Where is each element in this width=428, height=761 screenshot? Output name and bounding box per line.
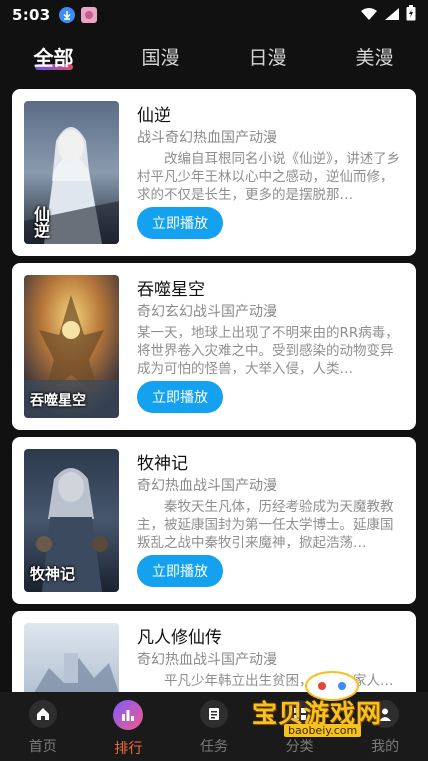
poster-title: 牧神记 [30, 565, 76, 583]
nav-label: 任务 [199, 739, 228, 755]
poster-title: 吞噬星空 [30, 393, 86, 409]
anime-list[interactable]: 仙逆 仙逆 战斗奇幻热血国产动漫 改编自耳根同名小说《仙逆》，讲述了乡村平凡少年… [12, 89, 416, 692]
status-time: 5:03 [12, 6, 51, 24]
play-now-button[interactable]: 立即播放 [137, 555, 223, 587]
anime-description: 某一天，地球上出现了不明来由的RR病毒，将世界卷入灾难之中。受到感染的动物变异成… [137, 325, 399, 377]
play-now-button[interactable]: 立即播放 [137, 381, 223, 413]
anime-card[interactable]: 吞噬星空 吞噬星空 奇幻玄幻战斗国产动漫 某一天，地球上出现了不明来由的RR病毒… [12, 263, 416, 430]
anime-card[interactable]: 仙逆 仙逆 战斗奇幻热血国产动漫 改编自耳根同名小说《仙逆》，讲述了乡村平凡少年… [12, 89, 416, 256]
tab-label: 国漫 [141, 47, 180, 69]
anime-card[interactable]: 牧神记 牧神记 奇幻热血战斗国产动漫 秦牧天生凡体，历经考验成为天魔教教主，被延… [12, 437, 416, 604]
anime-genre: 奇幻热血战斗国产动漫 [137, 652, 277, 668]
nav-label: 排行 [114, 741, 143, 757]
ranking-icon [113, 700, 144, 730]
tab-chinese-animation[interactable]: 国漫 [107, 40, 214, 76]
wifi-icon [360, 6, 378, 25]
tab-label: 全部 [33, 46, 74, 70]
download-icon [58, 7, 75, 23]
nav-home[interactable]: 首页 [0, 692, 86, 761]
tab-japanese-animation[interactable]: 日漫 [214, 40, 321, 76]
signal-icon [384, 6, 400, 25]
status-icons [360, 5, 416, 25]
tab-all[interactable]: 全部 [0, 40, 107, 76]
nav-label: 首页 [28, 739, 57, 755]
tab-label: 日漫 [248, 47, 287, 69]
home-icon [28, 700, 57, 728]
app-notification-icon [80, 7, 97, 23]
poster-image[interactable] [24, 623, 119, 692]
anime-description: 秦牧天生凡体，历经考验成为天魔教教主，被延康国封为第一任太学博士。延康国叛乱之战… [137, 498, 405, 552]
play-now-button[interactable]: 立即播放 [137, 207, 223, 239]
task-icon [199, 700, 228, 728]
nav-task[interactable]: 任务 [171, 692, 257, 761]
watermark-url: baobeiy.com [284, 724, 362, 737]
status-bar: 5:03 [0, 0, 428, 30]
poster-image[interactable]: 仙逆 [24, 101, 119, 244]
anime-title: 吞噬星空 [137, 280, 205, 300]
anime-genre: 战斗奇幻热血国产动漫 [137, 130, 277, 146]
anime-description-text: 秦牧天生凡体，历经考验成为天魔教教主，被延康国封为第一任太学博士。延康国叛乱之战… [137, 499, 394, 551]
anime-description: 改编自耳根同名小说《仙逆》，讲述了乡村平凡少年王林以心中之感动，逆仙而修，求的不… [137, 150, 405, 204]
category-tabs: 全部 国漫 日漫 美漫 [0, 40, 428, 76]
poster-title: 仙逆 [31, 206, 50, 238]
nav-ranking[interactable]: 排行 [86, 692, 172, 761]
watermark-logo: 宝贝游戏网 baobeiy.com [252, 668, 422, 748]
anime-title: 牧神记 [137, 454, 188, 474]
tab-label: 美漫 [355, 47, 394, 69]
anime-title: 凡人修仙传 [137, 628, 222, 648]
battery-icon [406, 5, 416, 25]
tab-american-animation[interactable]: 美漫 [321, 40, 428, 76]
anime-title: 仙逆 [137, 106, 171, 126]
poster-image[interactable]: 牧神记 [24, 449, 119, 592]
anime-description-text: 改编自耳根同名小说《仙逆》，讲述了乡村平凡少年王林以心中之感动，逆仙而修，求的不… [137, 151, 401, 203]
anime-genre: 奇幻热血战斗国产动漫 [137, 478, 277, 494]
poster-image[interactable]: 吞噬星空 [24, 275, 119, 418]
anime-genre: 奇幻玄幻战斗国产动漫 [137, 304, 277, 320]
